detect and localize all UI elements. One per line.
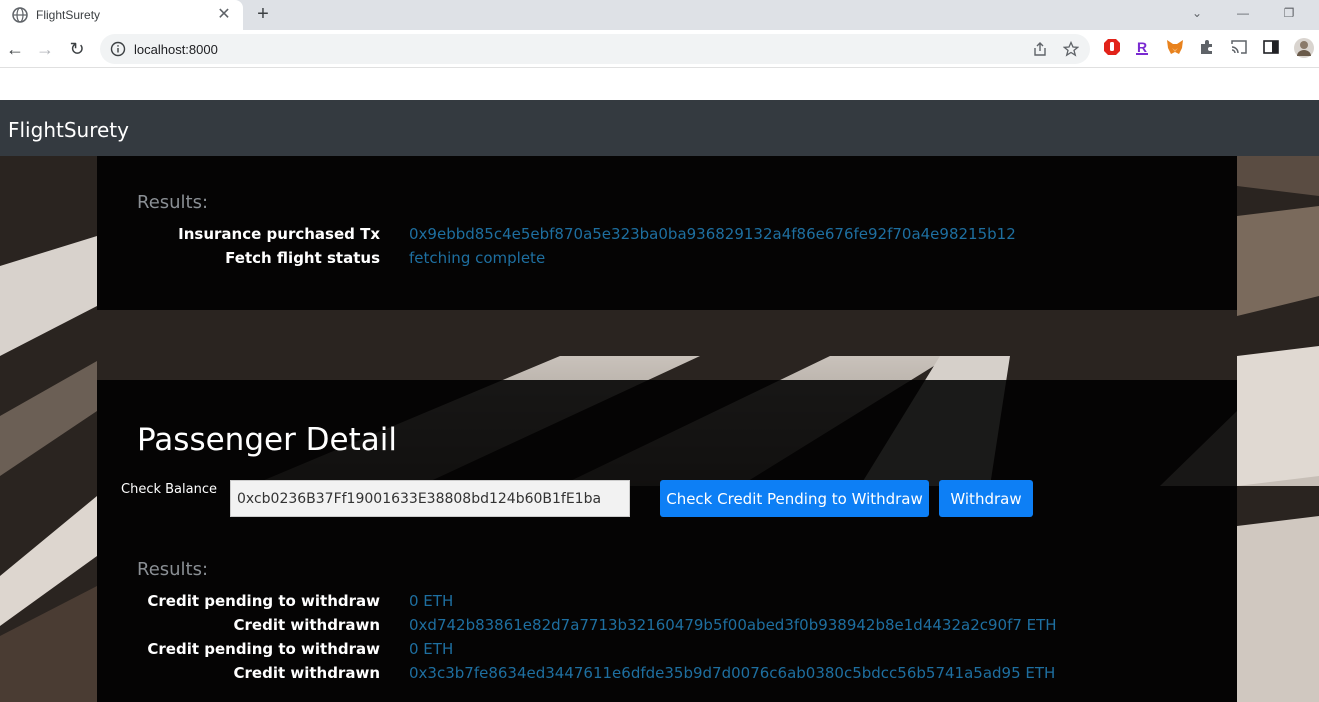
browser-tab[interactable]: FlightSurety ✕ <box>0 0 243 30</box>
svg-text:R: R <box>1137 39 1147 55</box>
passenger-results-row-value: 0x3c3b7fe8634ed3447611e6dfde35b9d7d0076c… <box>409 664 1056 682</box>
reload-button[interactable]: ↻ <box>66 38 88 60</box>
forward-button[interactable]: → <box>34 38 56 60</box>
brand-logo-text[interactable]: FlightSurety <box>8 118 129 142</box>
passenger-results-row: Credit withdrawn 0x3c3b7fe8634ed3447611e… <box>97 664 1237 684</box>
globe-icon <box>12 7 28 23</box>
close-tab-icon[interactable]: ✕ <box>214 5 234 25</box>
passenger-results-row-label: Credit withdrawn <box>233 664 381 682</box>
side-panel-icon[interactable] <box>1262 38 1280 56</box>
results-row-label: Insurance purchased Tx <box>178 225 380 243</box>
check-balance-label: Check Balance <box>121 482 217 497</box>
passenger-results-row-value: 0xd742b83861e82d7a7713b32160479b5f00abed… <box>409 616 1057 634</box>
app-navbar: FlightSurety <box>0 100 1319 156</box>
address-bar[interactable]: localhost:8000 <box>100 34 1090 64</box>
passenger-results-row: Credit pending to withdraw 0 ETH <box>97 640 1237 660</box>
passenger-detail-card: Passenger Detail Check Balance Check Cre… <box>97 380 1237 702</box>
passenger-results-row-label: Credit pending to withdraw <box>147 640 380 658</box>
passenger-results-heading: Results: <box>137 559 209 580</box>
results-row: Fetch flight status fetching complete <box>97 249 1237 269</box>
extensions-puzzle-icon[interactable] <box>1198 38 1216 56</box>
tab-search-icon[interactable]: ⌄ <box>1184 2 1210 24</box>
cast-icon[interactable] <box>1230 38 1248 56</box>
browser-tabstrip: FlightSurety ✕ + ⌄ — ❐ <box>0 0 1319 30</box>
passenger-address-input[interactable] <box>230 480 630 517</box>
results-row: Insurance purchased Tx 0x9ebbd85c4e5ebf8… <box>97 225 1237 245</box>
metamask-fox-icon[interactable] <box>1166 38 1184 56</box>
adblock-extension-icon[interactable] <box>1103 38 1121 56</box>
profile-avatar[interactable] <box>1294 37 1314 59</box>
results-card: Results: Insurance purchased Tx 0x9ebbd8… <box>97 156 1237 310</box>
results-row-value: 0x9ebbd85c4e5ebf870a5e323ba0ba936829132a… <box>409 225 1016 243</box>
passenger-detail-heading: Passenger Detail <box>137 422 397 458</box>
passenger-results-row: Credit pending to withdraw 0 ETH <box>97 592 1237 612</box>
restore-button[interactable]: ❐ <box>1276 2 1302 24</box>
r-extension-icon[interactable]: R <box>1134 38 1152 56</box>
back-button[interactable]: ← <box>4 38 26 60</box>
results-row-value: fetching complete <box>409 249 546 267</box>
results-row-label: Fetch flight status <box>225 249 380 267</box>
info-icon[interactable] <box>110 41 126 57</box>
minimize-button[interactable]: — <box>1230 2 1256 24</box>
passenger-results-row: Credit withdrawn 0xd742b83861e82d7a7713b… <box>97 616 1237 636</box>
url-text: localhost:8000 <box>134 42 218 57</box>
share-icon[interactable] <box>1032 41 1048 57</box>
passenger-results-row-label: Credit withdrawn <box>233 616 381 634</box>
tab-title: FlightSurety <box>36 8 101 22</box>
passenger-results-row-value: 0 ETH <box>409 592 454 610</box>
browser-toolbar: ← → ↻ localhost:8000 <box>0 30 1319 68</box>
passenger-results-row-value: 0 ETH <box>409 640 454 658</box>
bookmark-star-icon[interactable] <box>1063 41 1079 57</box>
check-credit-button[interactable]: Check Credit Pending to Withdraw <box>660 480 929 517</box>
new-tab-button[interactable]: + <box>252 3 274 25</box>
results-heading: Results: <box>137 192 209 213</box>
page-viewport: FlightSurety Results: Insurance purchase… <box>0 100 1319 702</box>
withdraw-button[interactable]: Withdraw <box>939 480 1033 517</box>
passenger-results-row-label: Credit pending to withdraw <box>147 592 380 610</box>
